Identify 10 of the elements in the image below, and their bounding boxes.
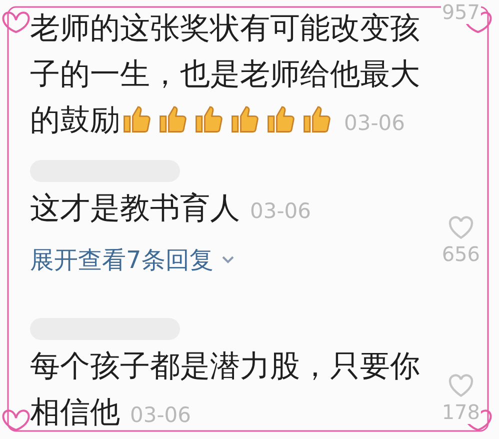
comment-text: 这才是教书育人 03-06 (30, 190, 312, 228)
expand-replies-link[interactable]: 展开查看7条回复 (30, 244, 427, 276)
like-icon[interactable] (448, 216, 474, 240)
comment-date: 03-06 (130, 403, 192, 427)
comment-date: 03-06 (250, 199, 312, 223)
chevron-down-icon (221, 255, 236, 265)
comment-text: 老师的这张奖状有可能改变孩子的一生，也是老师给他最大的鼓励 03-06 (30, 10, 421, 140)
comment-date: 03-06 (344, 111, 406, 135)
like-icon[interactable] (448, 374, 474, 398)
comment-text: 每个孩子都是潜力股，只要你相信他 03-06 (30, 348, 421, 432)
